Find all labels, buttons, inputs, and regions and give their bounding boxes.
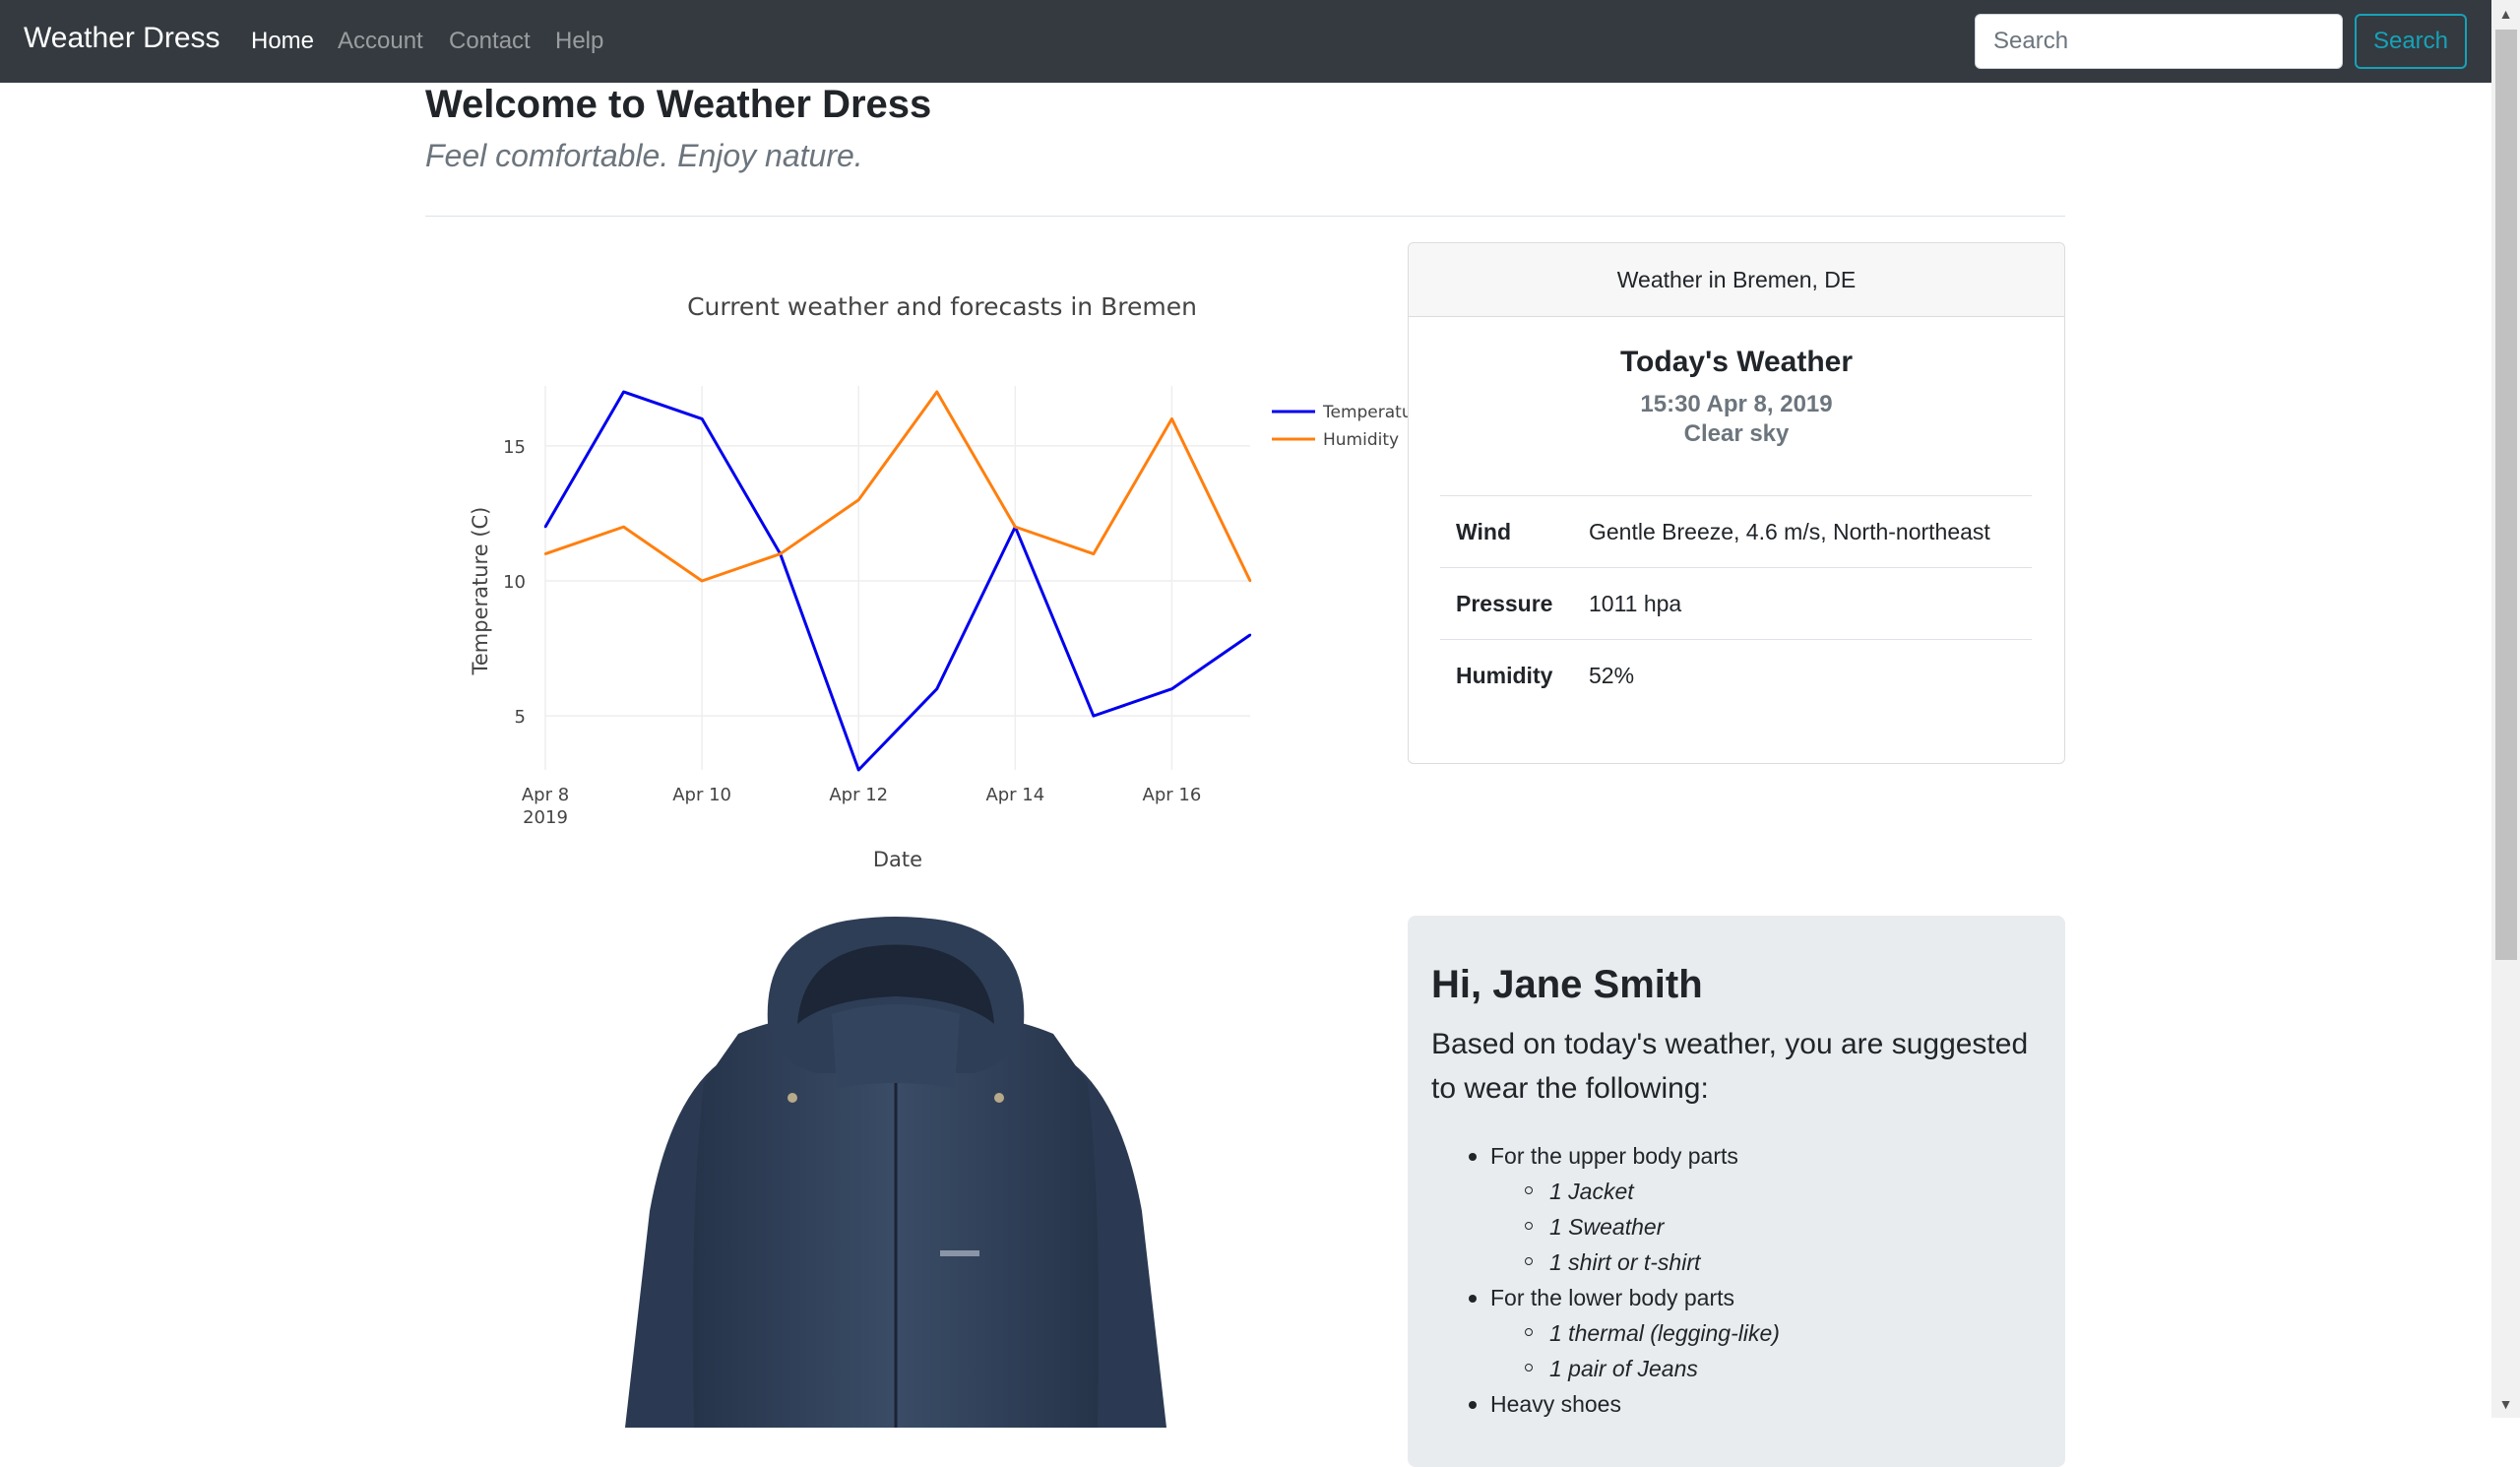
jacket-image xyxy=(625,917,1166,1428)
list-item: 1 pair of Jeans xyxy=(1490,1351,1780,1386)
y-tick-label: 15 xyxy=(503,437,526,458)
wind-value: Gentle Breeze, 4.6 m/s, North-northeast xyxy=(1589,495,2032,568)
todays-weather-title: Today's Weather xyxy=(1619,346,1854,378)
weather-details-table: Wind Gentle Breeze, 4.6 m/s, North-north… xyxy=(1440,495,2032,711)
list-item: For the lower body parts xyxy=(1469,1280,1780,1315)
x-tick-label: Apr 14 xyxy=(985,785,1044,805)
legend-label: Temperatu xyxy=(1322,403,1410,422)
nav-account[interactable]: Account xyxy=(338,28,423,55)
search-button[interactable]: Search xyxy=(2355,14,2467,69)
temperature-point xyxy=(1248,633,1252,637)
weather-chart[interactable]: Current weather and forecasts in Bremen 5… xyxy=(425,266,1410,876)
list-item: 1 Sweather xyxy=(1490,1209,1780,1244)
scroll-thumb[interactable] xyxy=(2495,30,2517,960)
scroll-up-icon[interactable]: ▲ xyxy=(2491,0,2520,28)
list-item: 1 shirt or t-shirt xyxy=(1490,1244,1780,1280)
legend-label: Humidity xyxy=(1323,430,1399,450)
wind-label: Wind xyxy=(1440,495,1589,568)
x-tick-label: 2019 xyxy=(523,807,568,828)
x-tick-label: Apr 10 xyxy=(672,785,731,805)
nav-contact[interactable]: Contact xyxy=(449,28,531,55)
list-item: For the upper body parts xyxy=(1469,1138,1780,1174)
x-axis-title: Date xyxy=(873,848,922,871)
humidity-point xyxy=(1248,579,1252,583)
humidity-point xyxy=(622,525,625,529)
chart-title: Current weather and forecasts in Bremen xyxy=(687,292,1197,321)
weather-time: 15:30 Apr 8, 2019 xyxy=(1640,391,1833,417)
weather-condition: Clear sky xyxy=(1683,420,1790,447)
temperature-point xyxy=(622,390,625,394)
humidity-point xyxy=(700,579,704,583)
x-tick-label: Apr 16 xyxy=(1143,785,1202,805)
y-tick-label: 5 xyxy=(515,707,526,728)
navbar: Weather Dress Home Account Contact Help … xyxy=(0,0,2491,83)
suggestion-panel: Hi, Jane Smith Based on today's weather,… xyxy=(1408,916,2065,1467)
brand-logo[interactable]: Weather Dress xyxy=(24,22,220,55)
temperature-point xyxy=(1092,714,1096,718)
clothing-list: For the upper body parts 1 Jacket 1 Swea… xyxy=(1469,1138,1780,1422)
humidity-value: 52% xyxy=(1589,639,2032,711)
search-input[interactable] xyxy=(1975,14,2343,69)
temperature-point xyxy=(935,687,938,690)
table-row: Pressure 1011 hpa xyxy=(1440,567,2032,640)
table-row: Humidity 52% xyxy=(1440,639,2032,711)
greeting: Hi, Jane Smith xyxy=(1431,963,1703,1006)
temperature-point xyxy=(1170,687,1173,690)
page-subtitle: Feel comfortable. Enjoy nature. xyxy=(425,138,863,173)
x-tick-label: Apr 8 xyxy=(522,785,569,805)
weather-card: Weather in Bremen, DE Today's Weather 15… xyxy=(1408,242,2065,764)
humidity-point xyxy=(1014,525,1017,529)
scroll-down-icon[interactable]: ▼ xyxy=(2491,1390,2520,1418)
suggestion-intro: Based on today's weather, you are sugges… xyxy=(1431,1028,2029,1105)
nav-home[interactable]: Home xyxy=(251,28,314,55)
list-item: 1 thermal (legging-like) xyxy=(1490,1315,1780,1351)
list-item: Heavy shoes xyxy=(1469,1386,1780,1422)
table-row: Wind Gentle Breeze, 4.6 m/s, North-north… xyxy=(1440,495,2032,568)
temperature-point xyxy=(543,525,547,529)
y-tick-label: 10 xyxy=(503,572,526,593)
humidity-series-line xyxy=(544,390,1252,583)
pressure-label: Pressure xyxy=(1440,567,1589,640)
weather-card-header: Weather in Bremen, DE xyxy=(1409,243,2064,317)
humidity-point xyxy=(1092,552,1096,555)
nav-help[interactable]: Help xyxy=(555,28,603,55)
humidity-point xyxy=(857,498,860,501)
humidity-point xyxy=(1170,417,1173,420)
humidity-point xyxy=(543,552,547,555)
x-tick-label: Apr 12 xyxy=(829,785,888,805)
page-title: Welcome to Weather Dress xyxy=(425,83,932,126)
temperature-point xyxy=(700,417,704,420)
humidity-point xyxy=(779,552,782,555)
temperature-point xyxy=(857,768,860,772)
humidity-label: Humidity xyxy=(1440,639,1589,711)
divider xyxy=(425,216,2065,217)
humidity-point xyxy=(935,390,938,394)
list-item: 1 Jacket xyxy=(1490,1174,1780,1209)
pressure-value: 1011 hpa xyxy=(1589,567,2032,640)
y-axis-title: Temperature (C) xyxy=(469,507,492,676)
